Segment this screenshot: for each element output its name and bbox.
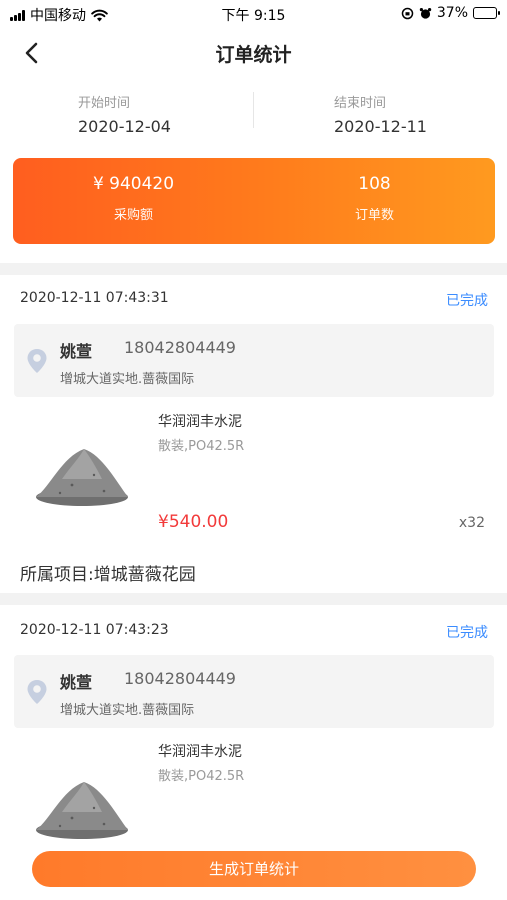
contact-name: 姚萱 xyxy=(60,673,93,692)
status-bar: 中国移动 下午 9:15 37% xyxy=(0,0,507,28)
order-count-label: 订单数 xyxy=(354,208,394,223)
order-status: 已完成 xyxy=(446,625,488,641)
address-detail: 增城大道实地.蔷薇国际 xyxy=(60,703,195,718)
order-time: 2020-12-11 07:43:23 xyxy=(20,622,169,638)
location-pin-icon xyxy=(27,349,47,373)
order-card[interactable]: 2020-12-11 07:43:31 已完成 姚萱 18042804449 增… xyxy=(0,275,507,593)
product-image xyxy=(36,782,128,839)
purchase-amount-label: 采购额 xyxy=(113,208,153,223)
stats-card: ¥ 940420 采购额 108 订单数 xyxy=(13,158,495,244)
product-name: 华润润丰水泥 xyxy=(158,414,242,430)
contact-name: 姚萱 xyxy=(60,342,93,361)
order-count-stat: 108 订单数 xyxy=(254,174,495,223)
project-name: 所属项目:增城蔷薇花园 xyxy=(20,565,196,585)
nav-bar: 订单统计 xyxy=(0,28,507,78)
order-time: 2020-12-11 07:43:31 xyxy=(20,290,169,306)
date-divider xyxy=(253,92,254,128)
address-box: 姚萱 18042804449 增城大道实地.蔷薇国际 xyxy=(14,655,494,728)
start-date-label: 开始时间 xyxy=(78,96,131,111)
status-bar-right: 37% xyxy=(401,5,500,21)
purchase-amount-value: ¥ 940420 xyxy=(92,174,175,194)
section-divider xyxy=(0,263,507,275)
battery-icon xyxy=(473,7,500,19)
section-divider xyxy=(0,593,507,605)
generate-stats-button[interactable]: 生成订单统计 xyxy=(32,851,476,887)
start-date-value: 2020-12-04 xyxy=(78,117,171,136)
purchase-amount-stat: ¥ 940420 采购额 xyxy=(13,174,254,223)
orientation-lock-icon xyxy=(401,7,414,19)
end-date-picker[interactable]: 结束时间 2020-12-11 xyxy=(334,80,507,136)
product-image xyxy=(36,449,128,506)
end-date-value: 2020-12-11 xyxy=(334,117,427,136)
address-detail: 增城大道实地.蔷薇国际 xyxy=(60,372,195,387)
end-date-label: 结束时间 xyxy=(334,96,387,111)
location-pin-icon xyxy=(27,680,47,704)
product-price: ¥540.00 xyxy=(158,512,229,532)
alarm-icon xyxy=(419,7,432,19)
contact-phone: 18042804449 xyxy=(124,338,236,357)
contact-phone: 18042804449 xyxy=(124,669,236,688)
order-status: 已完成 xyxy=(446,293,488,309)
product-quantity: x32 xyxy=(458,515,485,531)
page-title: 订单统计 xyxy=(215,44,292,66)
product-spec: 散装,PO42.5R xyxy=(158,439,245,454)
order-count-value: 108 xyxy=(358,174,391,194)
date-range: 开始时间 2020-12-04 结束时间 2020-12-11 xyxy=(0,80,507,142)
battery-percent: 37% xyxy=(436,5,468,21)
product-name: 华润润丰水泥 xyxy=(158,744,242,760)
product-spec: 散装,PO42.5R xyxy=(158,769,245,784)
start-date-picker[interactable]: 开始时间 2020-12-04 xyxy=(78,80,331,136)
address-box: 姚萱 18042804449 增城大道实地.蔷薇国际 xyxy=(14,324,494,397)
